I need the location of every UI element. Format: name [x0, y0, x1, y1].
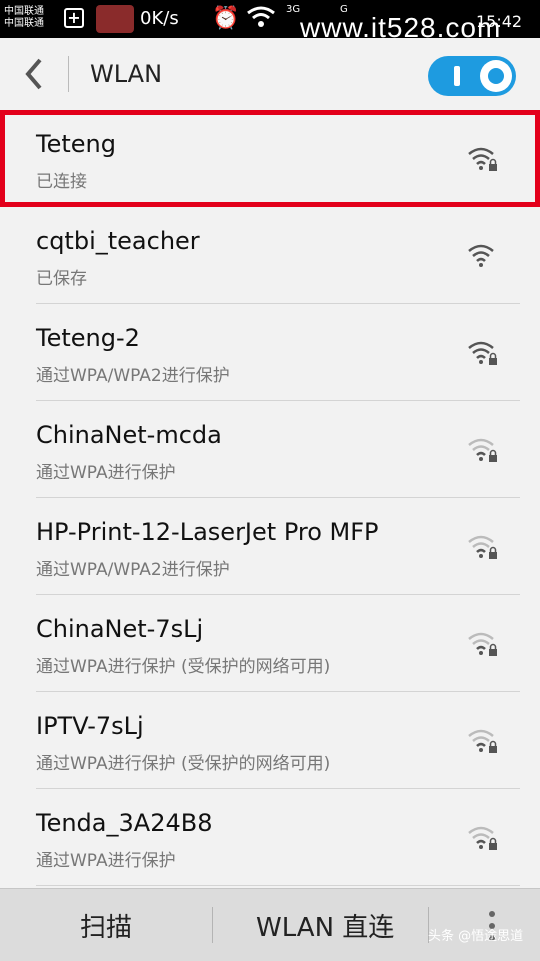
- wifi-locked-icon: [466, 823, 500, 853]
- carrier-1: 中国联通: [4, 6, 44, 17]
- network-name: Teteng-2: [36, 324, 140, 352]
- wifi-locked-icon: [466, 629, 500, 659]
- network-list: Teteng 已连接 cqtbi_teacher 已保存 Teteng-2 通过WPA/W…: [0, 110, 540, 886]
- status-bar: 中国联通 中国联通 + 0K/s ⏰ 3G G 15:42 www.it528.…: [0, 0, 540, 43]
- network-status: 通过WPA进行保护: [36, 463, 176, 483]
- wifi-locked-icon: [466, 726, 500, 756]
- network-status: 通过WPA进行保护 (受保护的网络可用): [36, 754, 331, 774]
- network-name: Teteng: [36, 130, 116, 158]
- network-name: IPTV-7sLj: [36, 712, 144, 740]
- header-divider: [68, 56, 69, 92]
- network-name: ChinaNet-mcda: [36, 421, 222, 449]
- wifi-locked-icon: [466, 532, 500, 562]
- network-status: 通过WPA进行保护 (受保护的网络可用): [36, 657, 331, 677]
- network-row[interactable]: IPTV-7sLj 通过WPA进行保护 (受保护的网络可用): [0, 692, 540, 789]
- wifi-icon: [466, 241, 500, 271]
- network-name: HP-Print-12-LaserJet Pro MFP: [36, 518, 379, 546]
- network-row[interactable]: cqtbi_teacher 已保存: [0, 207, 540, 304]
- wifi-locked-icon: [466, 144, 500, 174]
- row-divider: [36, 885, 520, 886]
- network-row[interactable]: Teteng 已连接: [0, 110, 540, 207]
- header: WLAN: [0, 38, 540, 111]
- network-status: 已保存: [36, 269, 87, 289]
- network-speed: 0K/s: [140, 8, 179, 29]
- network-row[interactable]: HP-Print-12-LaserJet Pro MFP 通过WPA/WPA2进行…: [0, 498, 540, 595]
- network-status: 通过WPA进行保护: [36, 851, 176, 871]
- wlan-toggle[interactable]: [428, 56, 516, 96]
- network-name: Tenda_3A24B8: [36, 809, 213, 837]
- page-title: WLAN: [90, 60, 163, 88]
- network-type-a: 3G: [286, 4, 301, 15]
- toggle-knob: [480, 60, 512, 92]
- bottom-bar: 扫描 WLAN 直连 头条 @悟途思道: [0, 888, 540, 961]
- network-name: ChinaNet-7sLj: [36, 615, 204, 643]
- wifi-status-icon: [246, 6, 276, 34]
- network-name: cqtbi_teacher: [36, 227, 200, 255]
- toggle-on-mark: [454, 66, 460, 86]
- wifi-locked-icon: [466, 338, 500, 368]
- network-row[interactable]: ChinaNet-7sLj 通过WPA进行保护 (受保护的网络可用): [0, 595, 540, 692]
- network-row[interactable]: Teteng-2 通过WPA/WPA2进行保护: [0, 304, 540, 401]
- scan-button[interactable]: 扫描: [80, 907, 132, 944]
- network-status: 已连接: [36, 172, 87, 192]
- network-status: 通过WPA/WPA2进行保护: [36, 366, 230, 386]
- wlan-direct-button[interactable]: WLAN 直连: [256, 907, 394, 944]
- network-row[interactable]: ChinaNet-mcda 通过WPA进行保护: [0, 401, 540, 498]
- credit-text: 头条 @悟途思道: [428, 929, 524, 944]
- network-status: 通过WPA/WPA2进行保护: [36, 560, 230, 580]
- add-icon: +: [64, 8, 84, 28]
- wifi-locked-icon: [466, 435, 500, 465]
- alarm-icon: ⏰: [212, 6, 240, 31]
- notification-icon: [96, 5, 134, 33]
- network-row[interactable]: Tenda_3A24B8 通过WPA进行保护: [0, 789, 540, 886]
- chevron-left-icon[interactable]: [20, 56, 50, 92]
- bottom-divider: [212, 907, 213, 943]
- carrier-labels: 中国联通 中国联通: [4, 6, 44, 30]
- carrier-2: 中国联通: [4, 18, 44, 29]
